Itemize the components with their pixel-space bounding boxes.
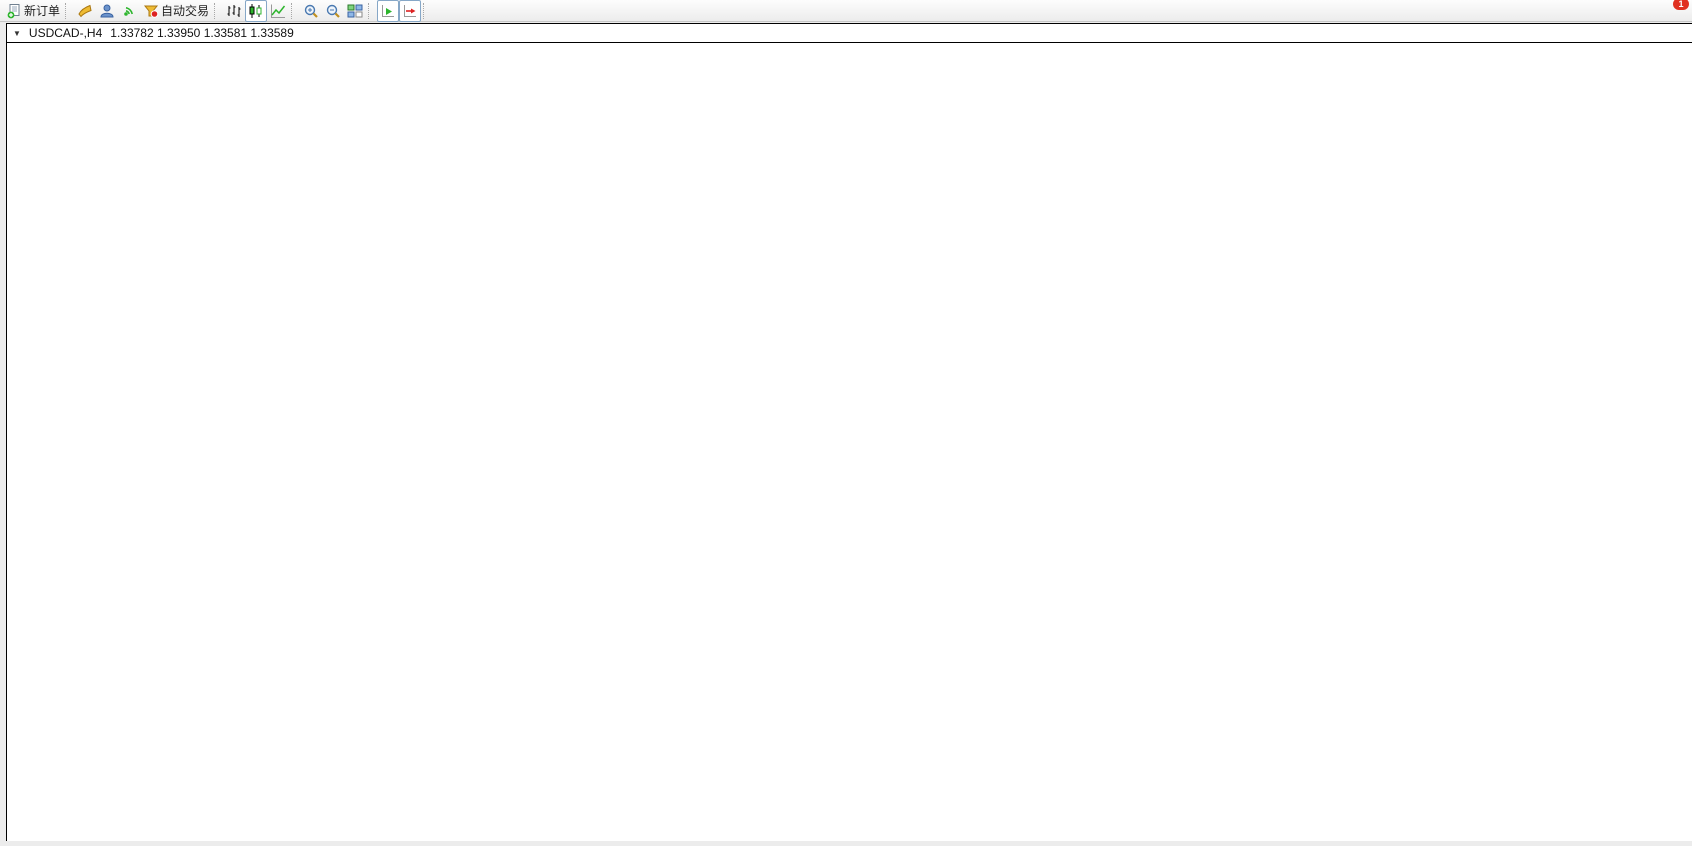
toolbar-separator	[423, 3, 429, 19]
zoom-out-button[interactable]	[322, 0, 344, 22]
search-button[interactable]	[1666, 0, 1672, 22]
chat-button[interactable]: 1	[1678, 0, 1684, 22]
horn-icon	[77, 3, 93, 19]
notification-badge: 1	[1673, 0, 1689, 10]
chart-title-symbol: USDCAD-,H4	[29, 26, 102, 40]
toolbar-separator	[65, 3, 71, 19]
chart-candles-icon	[248, 3, 264, 19]
autotrading-button[interactable]: 自动交易	[140, 0, 212, 22]
signals-icon	[121, 3, 137, 19]
chart-line-button[interactable]	[267, 0, 289, 22]
zoom-out-icon	[325, 3, 341, 19]
new-order-icon	[6, 3, 22, 19]
chart-bars-button[interactable]	[223, 0, 245, 22]
zoom-in-button[interactable]	[300, 0, 322, 22]
chart-line-icon	[270, 3, 286, 19]
chart-shift-button[interactable]	[399, 0, 421, 22]
new-order-button[interactable]: 新订单	[3, 0, 63, 22]
chart-plot-area[interactable]	[7, 44, 1642, 594]
collapse-icon[interactable]: ▼	[13, 29, 21, 38]
community-button[interactable]	[96, 0, 118, 22]
toolbar-separator	[368, 3, 374, 19]
chart-shift-icon	[402, 3, 418, 19]
chart-candles-button[interactable]	[245, 0, 267, 22]
zoom-in-icon	[303, 3, 319, 19]
toolbar: 新订单 自动交易 1	[0, 0, 1692, 22]
chart-bars-icon	[226, 3, 242, 19]
new-order-button-label: 新订单	[24, 2, 60, 19]
signals-button[interactable]	[118, 0, 140, 22]
toolbar-separator	[291, 3, 297, 19]
auto-scroll-icon	[380, 3, 396, 19]
autotrading-button-label: 自动交易	[161, 2, 209, 19]
tile-windows-button[interactable]	[344, 0, 366, 22]
toolbar-buttons: 新订单 自动交易	[3, 0, 432, 22]
chart-title-ohlc: 1.33782 1.33950 1.33581 1.33589	[110, 26, 294, 40]
chart-titlebar: ▼ USDCAD-,H4 1.33782 1.33950 1.33581 1.3…	[7, 24, 1692, 43]
toolbar-separator	[214, 3, 220, 19]
alerts-button[interactable]	[74, 0, 96, 22]
community-icon	[99, 3, 115, 19]
auto-scroll-button[interactable]	[377, 0, 399, 22]
tile-windows-icon	[347, 3, 363, 19]
autotrading-icon	[143, 3, 159, 19]
